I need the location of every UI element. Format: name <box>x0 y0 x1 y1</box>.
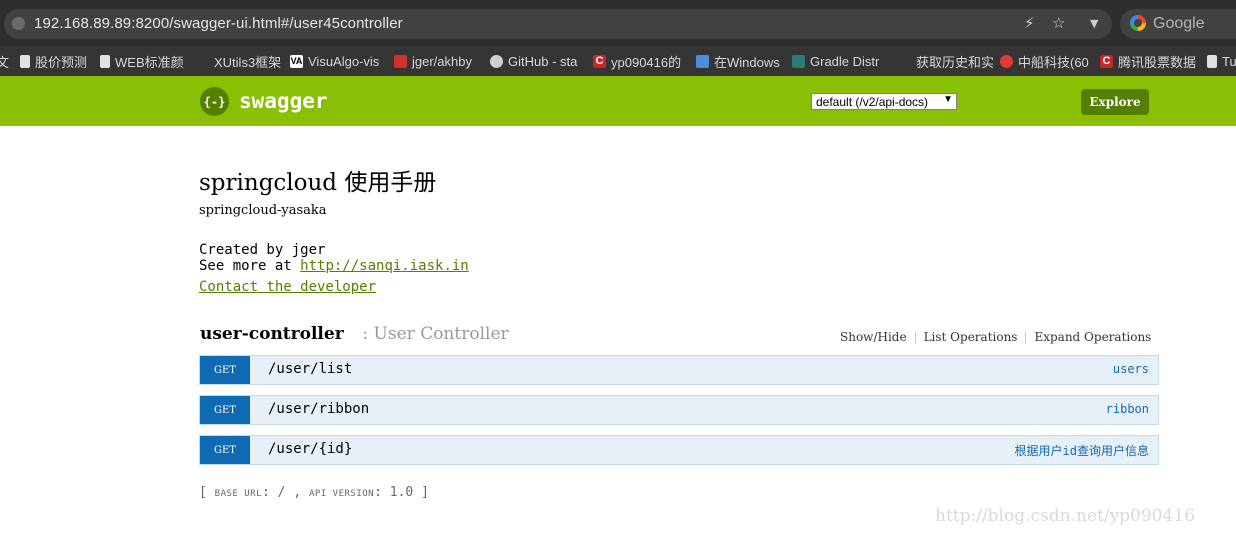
swagger-title[interactable]: swagger <box>239 89 328 113</box>
base-url-value: : / , <box>262 485 309 500</box>
bookmark-label: XUtils3框架 <box>214 54 282 70</box>
dropdown-arrow-icon[interactable]: ▼ <box>1090 17 1098 30</box>
browser-toolbar: 192.168.89.89:8200/swagger-ui.html#/user… <box>0 0 1236 46</box>
swagger-logo-icon[interactable]: {-} <box>200 87 229 116</box>
bookmark-item[interactable]: 文 <box>0 52 9 70</box>
bookmark-item[interactable]: Tu <box>1207 52 1236 70</box>
bookmark-label: 中船科技(60 <box>1018 54 1089 70</box>
bookmark-label: 在Windows <box>714 54 780 70</box>
operation-summary[interactable]: users <box>1113 362 1149 376</box>
star-icon[interactable]: ☆ <box>1052 14 1065 32</box>
blank-icon <box>196 54 209 68</box>
api-created-by: Created by jger <box>199 242 326 258</box>
bookmark-item[interactable]: C 腾讯股票数据 <box>1100 52 1196 70</box>
bookmark-item[interactable]: jger/akhby <box>394 52 472 70</box>
bookmark-item[interactable]: 在Windows <box>696 52 780 70</box>
http-method-badge[interactable]: GET <box>200 436 250 464</box>
bookmarks-bar: 文 股价预测 WEB标准颜 XUtils3框架 VA VisuAlgo-vis j… <box>0 46 1236 76</box>
api-spec-select-value: default (/v2/api-docs) <box>816 95 929 109</box>
page-icon <box>100 54 110 68</box>
csdn-icon: C <box>593 54 606 68</box>
bookmark-label: 文 <box>0 54 10 70</box>
csdn-icon: C <box>1100 54 1113 68</box>
bookmark-item[interactable]: 获取历史和实 <box>898 52 994 70</box>
api-title: springcloud 使用手册 <box>199 170 437 196</box>
list-operations-link[interactable]: List Operations <box>924 330 1018 344</box>
bookmark-item[interactable]: 股价预测 <box>20 52 87 70</box>
swagger-header: {-} swagger default (/v2/api-docs) ▼ <box>0 76 1236 126</box>
gitee-icon <box>394 54 407 68</box>
operation-summary[interactable]: ribbon <box>1106 402 1149 416</box>
operation-path[interactable]: /user/list <box>268 361 352 377</box>
bookmark-item[interactable]: WEB标准颜 <box>100 52 184 70</box>
search-box[interactable]: Google <box>1120 9 1236 39</box>
search-engine-label: Google <box>1153 15 1205 32</box>
resource-description-text: User Controller <box>373 324 509 344</box>
bookmark-label: GitHub - sta <box>508 53 578 69</box>
show-hide-link[interactable]: Show/Hide <box>840 330 907 344</box>
bookmark-item[interactable]: 中船科技(60 <box>1000 52 1089 70</box>
operation-path[interactable]: /user/ribbon <box>268 401 369 417</box>
visualgo-icon: VA <box>290 54 303 68</box>
base-url-info: [ BASE URL: / , API VERSION: 1.0 ] <box>199 485 429 500</box>
operation-row[interactable]: GET /user/list users <box>199 355 1159 385</box>
blank-icon <box>898 54 911 68</box>
base-url-label: BASE URL <box>214 489 263 499</box>
operation-row[interactable]: GET /user/ribbon ribbon <box>199 395 1159 425</box>
see-more-prefix: See more at <box>199 258 301 274</box>
resource-links: Show/Hide List Operations Expand Operati… <box>840 330 1151 344</box>
operation-path[interactable]: /user/{id} <box>268 441 352 457</box>
explore-button[interactable]: Explore <box>1081 89 1149 115</box>
bookmark-label: yp090416的 <box>611 54 682 70</box>
api-spec-select[interactable]: default (/v2/api-docs) ▼ <box>811 93 957 110</box>
bookmark-item[interactable]: GitHub - sta <box>490 52 577 70</box>
bookmark-label: 股价预测 <box>35 54 88 70</box>
address-url[interactable]: 192.168.89.89:8200/swagger-ui.html#/user… <box>34 15 403 32</box>
resource-description: : User Controller <box>357 324 509 344</box>
resource-name[interactable]: user-controller <box>200 324 344 344</box>
link-divider <box>914 331 916 344</box>
bookmark-item[interactable]: VA VisuAlgo-vis <box>290 52 379 70</box>
bookmark-label: 获取历史和实 <box>916 54 995 70</box>
watermark: http://blog.csdn.net/yp090416 <box>935 506 1195 526</box>
expand-operations-link[interactable]: Expand Operations <box>1034 330 1151 344</box>
http-method-badge[interactable]: GET <box>200 356 250 384</box>
http-method-badge[interactable]: GET <box>200 396 250 424</box>
see-more-link[interactable]: http://sanqi.iask.in <box>300 258 469 274</box>
weibo-icon <box>1000 54 1013 68</box>
lightning-icon[interactable]: ⚡ <box>1024 14 1035 32</box>
address-bar[interactable]: 192.168.89.89:8200/swagger-ui.html#/user… <box>4 9 1112 39</box>
contact-developer-link[interactable]: Contact the developer <box>199 279 376 295</box>
bookmark-item[interactable]: XUtils3框架 <box>196 52 281 70</box>
operation-row[interactable]: GET /user/{id} 根据用户id查询用户信息 <box>199 435 1159 465</box>
link-divider <box>1025 331 1027 344</box>
bookmark-label: jger/akhby <box>412 53 472 69</box>
bookmark-label: WEB标准颜 <box>115 54 184 70</box>
globe-icon <box>696 54 709 68</box>
bookmark-item[interactable]: Gradle Distr <box>792 52 879 70</box>
bookmark-label: VisuAlgo-vis <box>308 53 380 69</box>
api-see-more: See more at http://sanqi.iask.in <box>199 258 469 274</box>
bookmark-label: Gradle Distr <box>810 53 880 69</box>
api-version-label: API VERSION <box>308 489 375 499</box>
close-bracket: ] <box>421 485 429 500</box>
open-bracket: [ <box>199 485 207 500</box>
gradle-icon <box>792 54 805 68</box>
caret-down-icon: ▼ <box>943 94 953 105</box>
api-description: springcloud-yasaka <box>199 203 327 218</box>
google-icon <box>1130 15 1146 31</box>
page-icon <box>20 54 30 68</box>
github-icon <box>490 54 503 68</box>
operation-summary[interactable]: 根据用户id查询用户信息 <box>1015 442 1149 459</box>
site-info-icon[interactable] <box>12 17 25 30</box>
bookmark-label: Tu <box>1222 53 1236 69</box>
api-version-value: : 1.0 <box>374 485 422 500</box>
bookmark-label: 腾讯股票数据 <box>1118 54 1197 70</box>
bookmark-item[interactable]: Cyp090416的 <box>593 52 681 70</box>
page-icon <box>1207 54 1217 68</box>
resource-separator: : <box>357 324 374 344</box>
